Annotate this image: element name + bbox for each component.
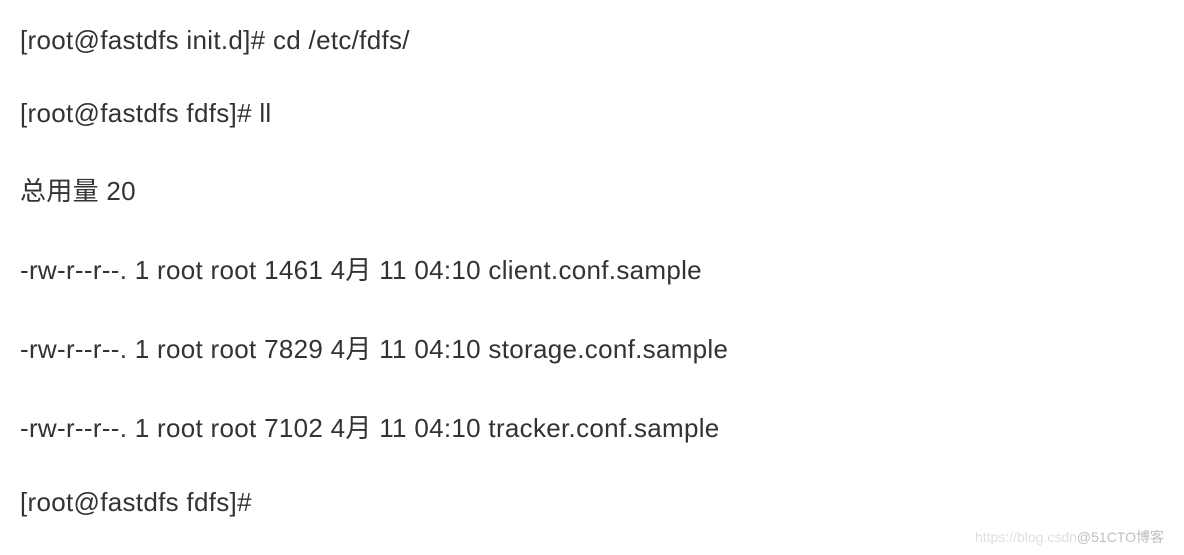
terminal-line: [root@fastdfs fdfs]# xyxy=(20,487,1164,518)
watermark-blog: https://blog.csdn xyxy=(975,529,1077,545)
terminal-line: -rw-r--r--. 1 root root 7829 4月 11 04:10… xyxy=(20,329,1164,366)
watermark: https://blog.csdn@51CTO博客 xyxy=(975,527,1164,547)
watermark-cto: @51CTO博客 xyxy=(1077,529,1164,545)
terminal-line: -rw-r--r--. 1 root root 1461 4月 11 04:10… xyxy=(20,250,1164,287)
terminal-output: [root@fastdfs init.d]# cd /etc/fdfs/ [ro… xyxy=(20,25,1164,518)
terminal-line: 总用量 20 xyxy=(20,171,1164,208)
terminal-line: [root@fastdfs init.d]# cd /etc/fdfs/ xyxy=(20,25,1164,56)
terminal-line: [root@fastdfs fdfs]# ll xyxy=(20,98,1164,129)
terminal-line: -rw-r--r--. 1 root root 7102 4月 11 04:10… xyxy=(20,408,1164,445)
